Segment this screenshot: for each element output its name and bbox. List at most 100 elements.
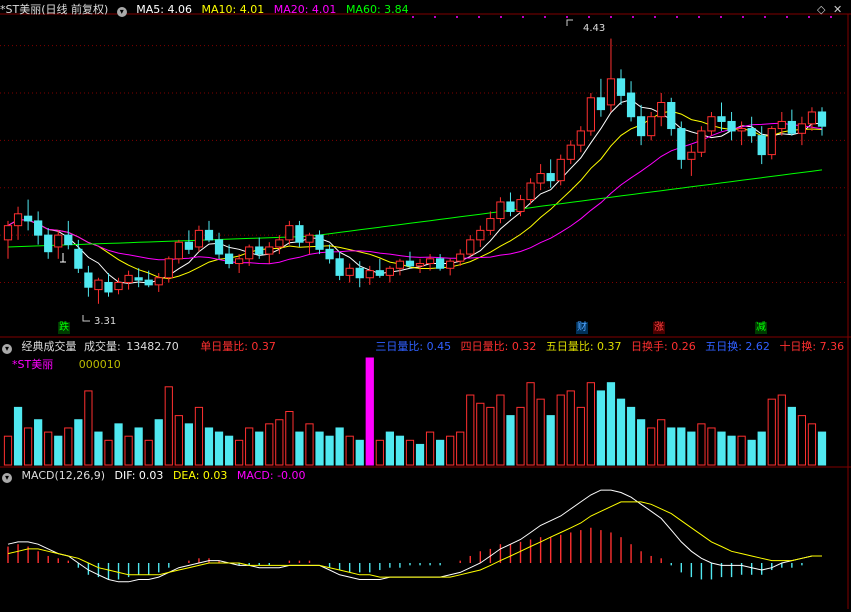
candle-up — [576, 130, 585, 146]
volume-bar — [506, 415, 515, 466]
ma10-label: MA10: 4.01 — [201, 3, 265, 16]
event-dot — [786, 16, 788, 18]
candle-down — [315, 234, 324, 250]
event-marker-fall[interactable]: 跌 — [58, 322, 70, 334]
macd-header: ▾ MACD(12,26,9) DIF: 0.03 DEA: 0.03 MACD… — [0, 469, 312, 483]
candle-down — [626, 92, 636, 118]
volume-bar — [405, 439, 415, 466]
candle-down — [84, 272, 93, 288]
dropdown-icon[interactable]: ▾ — [2, 473, 12, 483]
candle-down — [23, 215, 33, 222]
event-dot — [698, 16, 700, 18]
volume-bar — [536, 398, 545, 466]
event-dot — [456, 16, 458, 18]
four-day-ratio: 四日量比: 0.32 — [460, 340, 537, 353]
volume-bar — [747, 439, 756, 466]
volume-bar — [415, 443, 425, 466]
candle-up — [657, 102, 666, 118]
volume-label: 成交量: — [84, 340, 121, 353]
candle-down — [375, 270, 384, 276]
candle-down — [184, 241, 194, 250]
volume-bar — [657, 419, 666, 466]
volume-bar — [204, 427, 214, 466]
volume-bar — [224, 435, 234, 466]
chart-canvas[interactable]: 4.43 3.31 — [0, 0, 851, 609]
candle-down — [144, 279, 153, 286]
event-dot — [808, 16, 810, 18]
volume-header: ▾ 经典成交量 成交量: 13482.70 单日量比: 0.37 三日量比: 0… — [0, 340, 850, 354]
ma60-line — [7, 169, 823, 248]
stock-name: *ST美丽 — [12, 358, 54, 371]
dropdown-icon[interactable]: ▾ — [2, 344, 12, 354]
volume-bar — [134, 427, 143, 466]
ten-day-turnover: 十日换: 7.36 — [779, 340, 845, 353]
volume-bar — [546, 415, 555, 466]
candle-down — [255, 246, 264, 255]
candle-down — [325, 248, 334, 260]
candle-up — [395, 260, 405, 269]
candle-up — [174, 241, 183, 260]
candle-down — [506, 201, 515, 212]
candle-up — [114, 281, 123, 291]
volume-bar — [717, 431, 726, 466]
stock-chart[interactable]: 4.43 3.31 — [0, 0, 851, 609]
candle-up — [415, 263, 425, 267]
volume-indicator-name: 经典成交量 — [21, 340, 77, 353]
event-dot — [654, 16, 656, 18]
volume-bar — [476, 402, 485, 466]
candle-up — [265, 246, 274, 255]
candle-down — [667, 102, 676, 130]
dropdown-icon[interactable]: ▾ — [116, 7, 127, 17]
event-dot — [478, 16, 480, 18]
volume-bar — [677, 427, 686, 466]
candle-up — [486, 218, 495, 231]
candle-up — [606, 78, 616, 106]
candle-up — [767, 128, 776, 156]
candle-up — [516, 199, 525, 212]
candlesticks — [3, 38, 827, 304]
candle-down — [727, 120, 736, 132]
volume-bar — [787, 406, 796, 466]
volume-bar — [456, 431, 465, 466]
stock-name-row: *ST美丽 000010 — [12, 358, 127, 372]
diamond-icon[interactable]: ◇ — [817, 3, 825, 16]
volume-bar — [295, 431, 304, 466]
candle-up — [586, 97, 595, 132]
volume-bar — [667, 427, 676, 466]
candle-up — [124, 274, 133, 283]
ma5-line — [7, 99, 823, 284]
candle-up — [807, 111, 817, 125]
event-marker-rise[interactable]: 涨 — [653, 322, 665, 334]
close-icon[interactable]: ✕ — [833, 3, 842, 16]
candle-down — [436, 258, 445, 269]
volume-bar — [616, 398, 626, 466]
candle-up — [3, 225, 13, 241]
volume-bar — [144, 439, 153, 466]
volume-bar — [164, 386, 173, 466]
volume-bar — [757, 431, 766, 466]
candle-down — [636, 116, 646, 137]
candle-up — [365, 270, 374, 279]
volume-bar — [797, 415, 807, 466]
candle-down — [74, 248, 83, 269]
volume-bar — [486, 406, 495, 466]
single-day-ratio: 单日量比: 0.37 — [200, 340, 276, 353]
volume-bar — [375, 439, 384, 466]
volume-bar — [315, 431, 324, 466]
volume-bar — [235, 439, 244, 466]
candle-up — [566, 144, 575, 160]
volume-bar — [496, 394, 505, 466]
event-dot — [522, 16, 524, 18]
macd-value-label: MACD: -0.00 — [236, 469, 306, 482]
event-dot — [500, 16, 502, 18]
five-day-ratio: 五日量比: 0.37 — [545, 340, 622, 353]
event-marker-finance[interactable]: 财 — [576, 322, 588, 334]
event-marker-reduce[interactable]: 减 — [755, 322, 767, 334]
volume-bar — [265, 423, 274, 466]
event-dot — [434, 16, 436, 18]
daily-turnover: 日换手: 0.26 — [631, 340, 696, 353]
candle-down — [817, 111, 827, 127]
volume-bar — [94, 431, 103, 466]
candle-down — [787, 120, 796, 134]
candle-up — [697, 130, 706, 153]
